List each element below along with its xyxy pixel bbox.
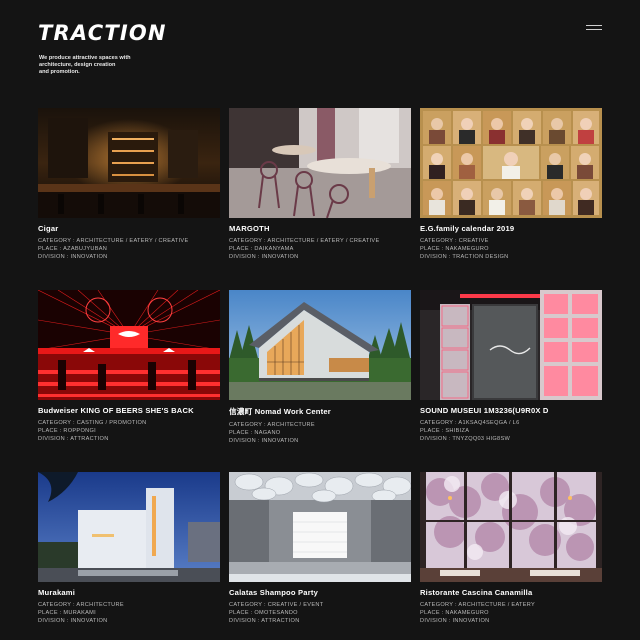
project-card[interactable]: SOUND MUSEUI 1M3236(U9R0X D CATEGORY : A… — [420, 290, 602, 444]
tagline-line: architecture, design creation — [39, 62, 116, 69]
project-thumbnail[interactable] — [38, 290, 220, 400]
project-category: CATEGORY : CASTING / PROMOTION — [38, 420, 147, 426]
project-place: PLACE : DAIKANYAMA — [229, 245, 294, 252]
project-card[interactable]: E.G.family calendar 2019 CATEGORY : CREA… — [420, 108, 602, 262]
project-title[interactable]: MARGOTH — [229, 224, 411, 233]
project-card[interactable]: Budweiser KING OF BEERS SHE'S BACK CATEG… — [38, 290, 220, 444]
project-meta: CATEGORY : ARCHITECTURE / EATERY / CREAT… — [38, 238, 220, 262]
project-meta: CATEGORY : ARCHITECTURE PLACE : MURAKAMI… — [38, 602, 220, 626]
project-title[interactable]: Calatas Shampoo Party — [229, 588, 411, 597]
project-category: CATEGORY : ARCHITECTURE — [38, 602, 124, 608]
project-place: PLACE : ROPPONGI — [38, 427, 96, 434]
project-card[interactable]: Ristorante Cascina Canamilla CATEGORY : … — [420, 472, 602, 626]
site-logo[interactable]: TRACTION — [38, 21, 167, 45]
project-meta: CATEGORY : CREATIVE PLACE : NAKAMEGURO D… — [420, 238, 602, 262]
project-thumbnail[interactable] — [229, 472, 411, 582]
project-thumbnail[interactable] — [229, 290, 411, 400]
project-meta: CATEGORY : ARCHITECTURE / EATERY / CREAT… — [229, 238, 411, 262]
project-place: PLACE : NAKAMEGURO — [420, 245, 489, 252]
project-meta: CATEGORY : ARCHITECTURE PLACE : NAGANO D… — [229, 422, 411, 446]
project-division: DIVISION : TRACTION DESIGN — [420, 253, 509, 260]
hamburger-menu-icon[interactable] — [586, 24, 602, 32]
project-card[interactable]: MARGOTH CATEGORY : ARCHITECTURE / EATERY… — [229, 108, 411, 262]
project-place: PLACE : NAGANO — [229, 429, 281, 436]
project-division: DIVISION : INNOVATION — [38, 253, 108, 260]
project-meta: CATEGORY : ARCHITECTURE / EATERY PLACE :… — [420, 602, 602, 626]
project-category: CATEGORY : ARCHITECTURE — [229, 422, 315, 428]
project-division: DIVISION : ATTRACTION — [229, 617, 300, 624]
project-place: PLACE : NAKAMEGURO — [420, 609, 489, 616]
project-division: DIVISION : INNOVATION — [38, 617, 108, 624]
project-place: PLACE : OMOTESANDO — [229, 609, 298, 616]
project-card[interactable]: Murakami CATEGORY : ARCHITECTURE PLACE :… — [38, 472, 220, 626]
project-place: PLACE : MURAKAMI — [38, 609, 96, 616]
project-thumbnail[interactable] — [420, 290, 602, 400]
project-category: CATEGORY : ARCHITECTURE / EATERY / CREAT… — [229, 238, 380, 244]
project-card[interactable]: Calatas Shampoo Party CATEGORY : CREATIV… — [229, 472, 411, 626]
project-division: DIVISION : ATTRACTION — [38, 435, 109, 442]
project-thumbnail[interactable] — [229, 108, 411, 218]
project-thumbnail[interactable] — [420, 472, 602, 582]
tagline-line: and promotion. — [39, 69, 80, 76]
project-card[interactable]: Cigar CATEGORY : ARCHITECTURE / EATERY /… — [38, 108, 220, 262]
project-category: CATEGORY : CREATIVE / EVENT — [229, 602, 324, 608]
project-category: CATEGORY : A1KSAQ4SEQGA / L6 — [420, 420, 520, 426]
project-category: CATEGORY : ARCHITECTURE / EATERY — [420, 602, 536, 608]
project-meta: CATEGORY : A1KSAQ4SEQGA / L6 PLACE : SHI… — [420, 420, 602, 444]
project-category: CATEGORY : CREATIVE — [420, 238, 489, 244]
project-thumbnail[interactable] — [38, 472, 220, 582]
project-title[interactable]: E.G.family calendar 2019 — [420, 224, 602, 233]
project-title[interactable]: Ristorante Cascina Canamilla — [420, 588, 602, 597]
project-division: DIVISION : INNOVATION — [420, 617, 490, 624]
project-title[interactable]: Cigar — [38, 224, 220, 233]
project-division: DIVISION : INNOVATION — [229, 437, 299, 444]
project-meta: CATEGORY : CASTING / PROMOTION PLACE : R… — [38, 420, 220, 444]
tagline: We produce attractive spaces with archit… — [39, 55, 159, 77]
project-division: DIVISION : TNYZQQ03 HIG8SW — [420, 435, 511, 442]
project-thumbnail[interactable] — [420, 108, 602, 218]
project-place: PLACE : AZABUJYUBAN — [38, 245, 108, 252]
tagline-line: We produce attractive spaces with — [39, 55, 131, 61]
project-place: PLACE : SHIBIZA — [420, 427, 470, 434]
project-category: CATEGORY : ARCHITECTURE / EATERY / CREAT… — [38, 238, 189, 244]
project-title[interactable]: Murakami — [38, 588, 220, 597]
project-title[interactable]: Budweiser KING OF BEERS SHE'S BACK — [38, 406, 220, 415]
project-meta: CATEGORY : CREATIVE / EVENT PLACE : OMOT… — [229, 602, 411, 626]
project-title[interactable]: SOUND MUSEUI 1M3236(U9R0X D — [420, 406, 602, 415]
project-title[interactable]: 信濃町 Nomad Work Center — [229, 406, 411, 417]
project-thumbnail[interactable] — [38, 108, 220, 218]
project-division: DIVISION : INNOVATION — [229, 253, 299, 260]
project-card[interactable]: 信濃町 Nomad Work Center CATEGORY : ARCHITE… — [229, 290, 411, 446]
